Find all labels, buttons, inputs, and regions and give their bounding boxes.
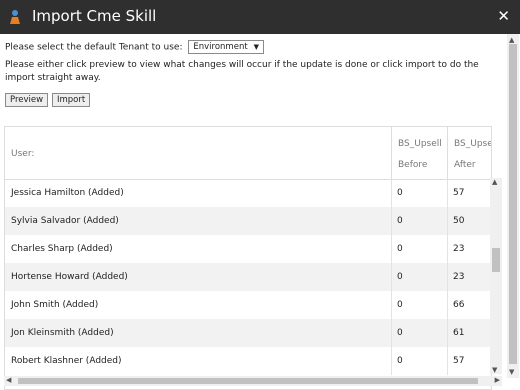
user-cell: Jessica Hamilton (Added) [11,188,124,198]
header-before[interactable]: BS_Upsell Before [391,127,447,179]
table-row[interactable]: Charles Sharp (Added) 0 23 [5,235,491,263]
horizontal-scroll-thumb[interactable] [18,378,478,384]
before-cell: 0 [397,188,403,198]
user-cell: Jon Kleinsmith (Added) [11,328,114,338]
title-bar: Import Cme Skill ✕ [0,0,520,34]
cell-divider [391,347,392,375]
scroll-thumb[interactable] [492,248,500,272]
preview-button[interactable]: Preview [5,93,49,107]
header-after[interactable]: BS_Upse After [447,127,492,179]
cell-divider [447,319,448,347]
tenant-select-value: Environment [193,42,248,52]
table-row[interactable]: John Smith (Added) 0 66 [5,291,491,319]
before-cell: 0 [397,272,403,282]
after-cell: 50 [453,216,465,226]
cell-divider [447,179,448,207]
user-cell: John Smith (Added) [11,300,99,310]
cell-divider [391,235,392,263]
scroll-left-icon[interactable]: ◀ [6,376,11,384]
cell-divider [391,291,392,319]
close-icon[interactable]: ✕ [497,7,510,25]
header-user[interactable]: User: [11,149,34,159]
after-cell: 66 [453,300,465,310]
user-cell: Charles Sharp (Added) [11,244,113,254]
cell-divider [391,263,392,291]
action-buttons: Preview Import [5,93,91,107]
before-cell: 0 [397,244,403,254]
grid-header: User: BS_Upsell Before BS_Upse After [5,127,491,180]
before-cell: 0 [397,356,403,366]
window-scroll-up-icon[interactable]: ▲ [509,36,514,44]
header-before-line2: Before [398,160,428,170]
chevron-down-icon: ▼ [253,43,260,51]
user-cell: Robert Klashner (Added) [11,356,122,366]
tenant-prompt: Please select the default Tenant to use: [5,42,183,53]
cell-divider [391,207,392,235]
after-cell: 23 [453,244,465,254]
scroll-down-icon[interactable]: ▼ [492,366,497,374]
window-scroll-thumb[interactable] [509,44,517,364]
app-icon [10,10,20,24]
cell-divider [447,347,448,375]
cell-divider [447,263,448,291]
dialog-content: Please select the default Tenant to use:… [0,34,520,390]
import-button[interactable]: Import [51,93,91,107]
window-scroll-down-icon[interactable]: ▼ [509,368,514,376]
table-row[interactable]: Robert Klashner (Added) 0 57 [5,347,491,375]
header-after-line1: BS_Upse [454,139,492,149]
table-row[interactable]: Sylvia Salvador (Added) 0 50 [5,207,491,235]
after-cell: 23 [453,272,465,282]
grid-vertical-scrollbar[interactable]: ▲ ▼ [490,178,502,374]
description-text: Please either click preview to view what… [5,60,479,83]
before-cell: 0 [397,328,403,338]
window-title: Import Cme Skill [32,7,157,25]
user-cell: Sylvia Salvador (Added) [11,216,119,226]
tenant-row: Please select the default Tenant to use:… [5,40,265,54]
horizontal-scrollbar[interactable]: ◀ ▶ [4,376,502,386]
results-grid: User: BS_Upsell Before BS_Upse After Jes… [4,126,492,390]
cell-divider [391,179,392,207]
tenant-select[interactable]: Environment ▼ [188,40,265,54]
header-before-line1: BS_Upsell [398,139,442,149]
window-vertical-scrollbar[interactable]: ▲ ▼ [507,34,519,378]
cell-divider [447,207,448,235]
cell-divider [447,235,448,263]
table-row[interactable]: Jon Kleinsmith (Added) 0 61 [5,319,491,347]
scroll-up-icon[interactable]: ▲ [492,178,497,186]
before-cell: 0 [397,300,403,310]
after-cell: 57 [453,188,465,198]
header-after-line2: After [454,160,476,170]
scroll-right-icon[interactable]: ▶ [495,376,500,384]
cell-divider [391,319,392,347]
after-cell: 61 [453,328,465,338]
cell-divider [447,291,448,319]
user-cell: Hortense Howard (Added) [11,272,128,282]
table-row[interactable]: Jessica Hamilton (Added) 0 57 [5,179,491,207]
before-cell: 0 [397,216,403,226]
after-cell: 57 [453,356,465,366]
table-row[interactable]: Hortense Howard (Added) 0 23 [5,263,491,291]
